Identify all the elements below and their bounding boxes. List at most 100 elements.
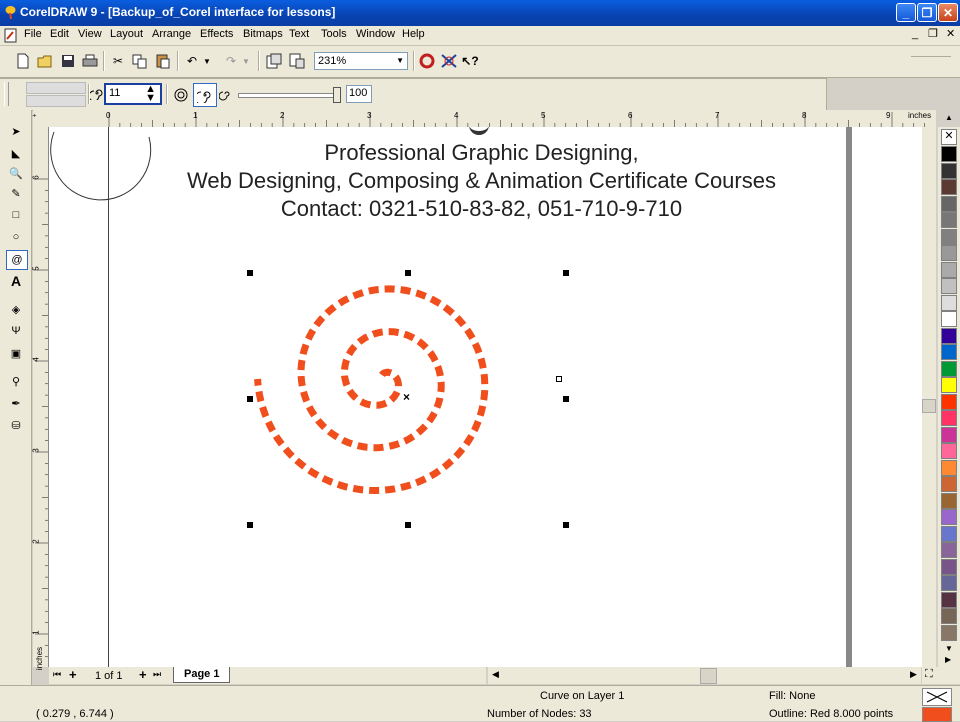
color-swatch[interactable] xyxy=(941,377,957,393)
interactive-transparency-tool[interactable]: ▣ xyxy=(6,344,26,362)
vertical-scroll-thumb[interactable] xyxy=(922,399,936,413)
color-swatch[interactable] xyxy=(941,575,957,591)
color-swatch[interactable] xyxy=(941,146,957,162)
color-swatch[interactable] xyxy=(941,476,957,492)
palette-scroll-up-icon[interactable]: ▲ xyxy=(945,113,953,122)
selection-handle-bottom[interactable] xyxy=(405,522,411,528)
pick-tool[interactable]: ➤ xyxy=(6,122,26,140)
drawing-canvas[interactable]: Professional Graphic Designing, Web Desi… xyxy=(49,127,936,667)
undo-button[interactable]: ↶ xyxy=(183,52,201,70)
new-button[interactable] xyxy=(14,52,32,70)
expansion-input[interactable]: 100 xyxy=(346,85,372,103)
color-swatch[interactable] xyxy=(941,278,957,294)
symmetrical-spiral-icon[interactable] xyxy=(173,87,189,103)
menu-edit[interactable]: Edit xyxy=(50,28,69,40)
menu-file[interactable]: File xyxy=(24,28,42,40)
fill-swatch[interactable] xyxy=(922,688,952,706)
selection-handle-bottom-left[interactable] xyxy=(247,522,253,528)
color-swatch[interactable] xyxy=(941,624,957,641)
menu-arrange[interactable]: Arrange xyxy=(152,28,191,40)
cut-button[interactable]: ✂ xyxy=(109,52,127,70)
last-page-icon[interactable]: ⏭ xyxy=(153,669,161,680)
color-swatch[interactable] xyxy=(941,492,957,509)
menu-effects[interactable]: Effects xyxy=(200,28,233,40)
menu-layout[interactable]: Layout xyxy=(110,28,143,40)
menu-text[interactable]: Text xyxy=(289,28,309,40)
interactive-blend-tool[interactable]: Ψ xyxy=(6,322,26,340)
menu-tools[interactable]: Tools xyxy=(321,28,347,40)
object-size-field-2[interactable] xyxy=(26,95,86,107)
color-swatch[interactable] xyxy=(941,459,957,476)
color-swatch[interactable] xyxy=(941,195,957,212)
color-swatch[interactable] xyxy=(941,509,957,525)
ruler-origin-icon[interactable]: ⁺ xyxy=(32,112,37,123)
document-icon[interactable] xyxy=(4,28,18,43)
no-color-swatch[interactable]: ✕ xyxy=(941,129,957,145)
scroll-left-icon[interactable]: ◀ xyxy=(492,669,499,680)
menu-window[interactable]: Window xyxy=(356,28,395,40)
horizontal-scroll-thumb[interactable] xyxy=(700,668,717,684)
undo-dropdown[interactable]: ▼ xyxy=(201,52,213,70)
color-swatch[interactable] xyxy=(941,344,957,360)
redo-button[interactable]: ↷ xyxy=(222,52,240,70)
revolutions-spinner[interactable]: 11 ▲ ▼ xyxy=(104,83,162,105)
eyedropper-tool[interactable]: ⚲ xyxy=(6,372,26,390)
application-launcher-button[interactable] xyxy=(418,52,436,70)
selection-handle-bottom-right[interactable] xyxy=(563,522,569,528)
color-swatch[interactable] xyxy=(941,360,957,377)
selection-handle-top[interactable] xyxy=(405,270,411,276)
palette-flyout-icon[interactable]: ▶ xyxy=(945,655,951,664)
paste-button[interactable] xyxy=(154,52,172,70)
color-swatch[interactable] xyxy=(941,311,957,327)
coreldraw-app-icon[interactable] xyxy=(4,5,17,19)
selection-handle-left[interactable] xyxy=(247,396,253,402)
color-swatch[interactable] xyxy=(941,608,957,624)
navigator-corner[interactable]: ⛶ xyxy=(922,667,960,684)
navigator-icon[interactable]: ⛶ xyxy=(925,668,933,681)
save-button[interactable] xyxy=(59,52,77,70)
end-node-marker[interactable] xyxy=(556,376,562,382)
color-swatch[interactable] xyxy=(941,245,957,261)
selection-handle-right[interactable] xyxy=(563,396,569,402)
interactive-fill-tool[interactable]: ◈ xyxy=(6,300,26,318)
page-tab-1[interactable]: Page 1 xyxy=(173,667,231,683)
add-page-after-icon[interactable]: + xyxy=(139,667,147,682)
maximize-button[interactable]: ❐ xyxy=(917,3,937,22)
add-page-before-icon[interactable]: + xyxy=(69,667,77,682)
menu-bitmaps[interactable]: Bitmaps xyxy=(243,28,283,40)
freehand-tool[interactable]: ✎ xyxy=(6,184,26,202)
palette-scroll-down-icon[interactable]: ▼ xyxy=(945,644,953,653)
color-swatch[interactable] xyxy=(941,542,957,558)
whats-this-button[interactable]: ↖? xyxy=(461,52,479,70)
print-button[interactable] xyxy=(81,52,99,70)
ellipse-tool[interactable]: ○ xyxy=(6,228,26,246)
spiral-tool[interactable]: @ xyxy=(6,250,28,270)
horizontal-ruler[interactable]: ⁺ 0 1 2 3 4 5 6 7 8 9 inches xyxy=(32,110,936,128)
color-swatch[interactable] xyxy=(941,410,957,426)
color-swatch[interactable] xyxy=(941,558,957,575)
export-button[interactable] xyxy=(288,52,306,70)
minimize-button[interactable]: _ xyxy=(896,3,916,22)
color-swatch[interactable] xyxy=(941,591,957,608)
expansion-slider-thumb[interactable] xyxy=(333,87,341,103)
outline-tool[interactable]: ✒ xyxy=(6,394,26,412)
color-swatch[interactable] xyxy=(941,525,957,542)
spiral-path[interactable] xyxy=(254,285,489,495)
scroll-right-icon[interactable]: ▶ xyxy=(910,669,917,680)
vertical-ruler[interactable]: 6 5 4 3 2 1 inches xyxy=(32,127,49,670)
rotation-center-icon[interactable]: × xyxy=(403,391,410,403)
doc-minimize-button[interactable]: _ xyxy=(912,28,918,40)
vertical-scrollbar[interactable] xyxy=(922,127,936,667)
menu-view[interactable]: View xyxy=(78,28,102,40)
doc-restore-button[interactable]: ❐ xyxy=(928,27,938,40)
color-swatch[interactable] xyxy=(941,261,957,278)
selection-handle-top-left[interactable] xyxy=(247,270,253,276)
color-swatch[interactable] xyxy=(941,179,957,195)
close-button[interactable]: ✕ xyxy=(938,3,958,22)
menu-help[interactable]: Help xyxy=(402,28,425,40)
color-swatch[interactable] xyxy=(941,443,957,459)
open-button[interactable] xyxy=(36,52,54,70)
expansion-slider[interactable] xyxy=(238,93,336,98)
spinner-arrows-icon[interactable]: ▲ ▼ xyxy=(145,84,156,104)
zoom-tool[interactable]: 🔍 xyxy=(6,164,26,182)
